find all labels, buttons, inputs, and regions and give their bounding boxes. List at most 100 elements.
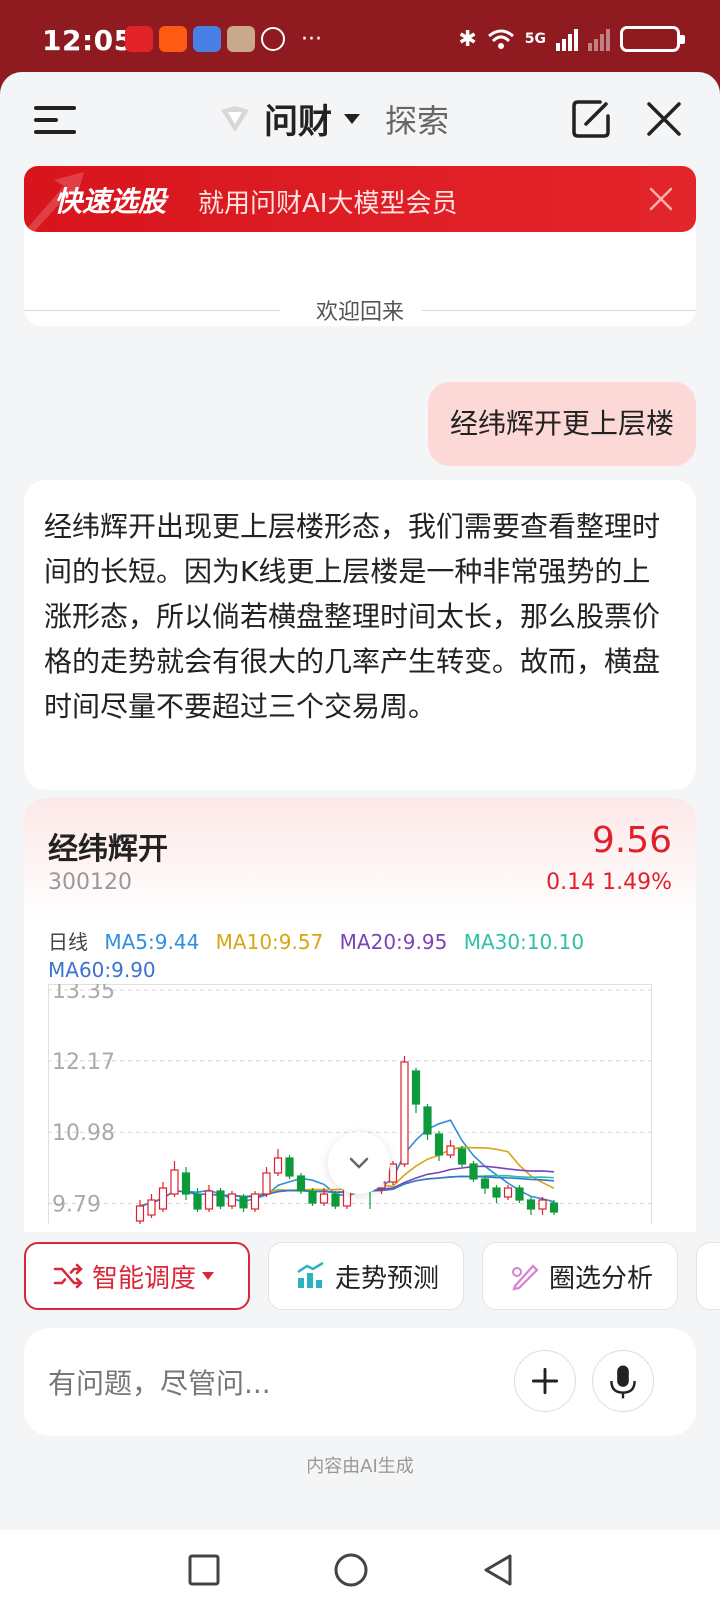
signal-icon-2 — [588, 27, 610, 51]
smart-dispatch-button[interactable]: 智能调度 — [24, 1242, 250, 1310]
status-right: ✱ 5G — [458, 26, 685, 52]
close-icon[interactable] — [648, 186, 674, 212]
candle-body — [388, 1163, 398, 1183]
ma30-label: MA30:10.10 — [463, 930, 585, 954]
candle-body — [204, 1190, 214, 1210]
app-title[interactable]: 问财 — [264, 94, 332, 143]
candle-body — [400, 1061, 409, 1165]
ma-legend-2: MA60:9.90 — [48, 958, 166, 982]
more-notifications-icon: ··· — [301, 26, 322, 52]
home-icon[interactable] — [333, 1552, 369, 1588]
close-icon[interactable] — [645, 100, 683, 138]
select-pen-icon — [512, 1264, 539, 1291]
ma5-label: MA5:9.44 — [104, 930, 200, 954]
scroll-down-icon[interactable] — [328, 1132, 390, 1194]
recent-apps-icon[interactable] — [186, 1552, 222, 1588]
ma10-label: MA10:9.57 — [215, 930, 324, 954]
app-notification-icon — [193, 26, 221, 52]
add-icon[interactable] — [514, 1350, 576, 1412]
app-notification-icon — [125, 26, 153, 52]
app-notification-icon — [159, 26, 187, 52]
chevron-down-icon — [202, 1272, 215, 1280]
candle-body — [147, 1199, 156, 1216]
trend-forecast-label: 走势预测 — [335, 1263, 440, 1294]
top-bar: 问财 探索 — [0, 72, 720, 164]
candle-body — [227, 1193, 237, 1207]
candle-body — [250, 1193, 260, 1210]
quick-actions: 智能调度 走势预测 圈选分析 — [0, 1232, 720, 1322]
wifi-icon — [487, 29, 514, 49]
circle-analysis-button[interactable]: 圈选分析 — [482, 1242, 678, 1310]
network-type: 5G — [524, 31, 546, 47]
promo-banner[interactable]: 快速选股 就用问财AI大模型会员 — [24, 166, 696, 232]
promo-subtitle: 就用问财AI大模型会员 — [198, 189, 458, 219]
candle-body — [239, 1196, 248, 1209]
candle-body — [296, 1175, 306, 1192]
period-label: 日线 — [48, 930, 88, 954]
chat-sheet: 问财 探索 快速选股 就用问财AI大模型会员 欢迎回来 经纬辉开更上层楼 经纬辉… — [0, 72, 720, 1530]
candle-body — [538, 1199, 547, 1210]
status-bar: 12:05 ··· ✱ 5G — [0, 0, 720, 80]
signal-icon — [556, 27, 578, 51]
back-icon[interactable] — [480, 1552, 516, 1588]
candle-body — [503, 1187, 513, 1198]
stock-change: 0.14 1.49% — [546, 870, 672, 895]
ma20-label: MA20:9.95 — [339, 930, 448, 954]
candle-body — [181, 1172, 191, 1195]
y-tick-label: 10.98 — [52, 1121, 115, 1146]
stock-name: 经纬辉开 — [48, 832, 168, 867]
explore-tab[interactable]: 探索 — [385, 96, 449, 142]
y-tick-label: 13.35 — [52, 984, 115, 1004]
candle-body — [216, 1190, 225, 1207]
brand-logo-icon — [221, 106, 249, 132]
notification-icons: ··· — [125, 26, 322, 52]
menu-icon[interactable] — [34, 106, 76, 134]
candle-body — [193, 1193, 202, 1210]
candle-body — [262, 1172, 271, 1195]
app-notification-icon — [227, 26, 255, 52]
shuffle-icon — [53, 1263, 83, 1289]
system-nav-bar — [0, 1530, 720, 1610]
candle-body — [549, 1202, 559, 1213]
candle-body — [285, 1157, 294, 1177]
candle-body — [170, 1169, 179, 1195]
ma-legend: 日线 MA5:9.44 MA10:9.57 MA20:9.95 MA30:10.… — [48, 926, 594, 955]
new-chat-icon[interactable] — [570, 98, 612, 140]
hand-icon — [261, 27, 285, 51]
chevron-down-icon[interactable] — [344, 114, 360, 124]
candle-body — [135, 1205, 145, 1222]
candle-body — [319, 1193, 329, 1204]
candle-body — [457, 1148, 467, 1165]
trend-chart-icon — [297, 1261, 324, 1288]
candle-body — [331, 1193, 340, 1207]
candle-body — [273, 1157, 283, 1174]
candle-body — [308, 1190, 317, 1204]
more-action-chip[interactable] — [696, 1242, 720, 1310]
candle-body — [515, 1187, 524, 1201]
trend-forecast-button[interactable]: 走势预测 — [268, 1242, 464, 1310]
stock-code: 300120 — [48, 870, 132, 895]
microphone-icon[interactable] — [592, 1350, 654, 1412]
stock-price: 9.56 — [591, 820, 672, 861]
divider — [422, 310, 696, 311]
message-input[interactable]: 有问题，尽管问... — [48, 1362, 271, 1402]
candle-body — [526, 1199, 536, 1210]
bluetooth-icon: ✱ — [458, 26, 477, 52]
candle-body — [423, 1106, 432, 1135]
y-tick-label: 12.17 — [52, 1050, 115, 1075]
y-tick-label: 9.79 — [52, 1193, 101, 1218]
candle-body — [434, 1133, 444, 1156]
ai-answer: 经纬辉开出现更上层楼形态，我们需要查看整理时间的长短。因为K线更上层楼是一种非常… — [24, 480, 696, 790]
circle-analysis-label: 圈选分析 — [549, 1263, 654, 1294]
smart-dispatch-label: 智能调度 — [92, 1263, 197, 1294]
ma60-label: MA60:9.90 — [48, 958, 156, 982]
candle-body — [446, 1145, 455, 1156]
ai-generated-note: 内容由AI生成 — [306, 1456, 414, 1477]
candle-body — [158, 1187, 168, 1210]
battery-icon — [620, 26, 685, 52]
status-time: 12:05 — [42, 24, 134, 57]
candle-body — [480, 1178, 490, 1189]
user-message: 经纬辉开更上层楼 — [427, 382, 696, 466]
message-composer[interactable]: 有问题，尽管问... — [24, 1328, 696, 1436]
candle-body — [411, 1070, 421, 1105]
